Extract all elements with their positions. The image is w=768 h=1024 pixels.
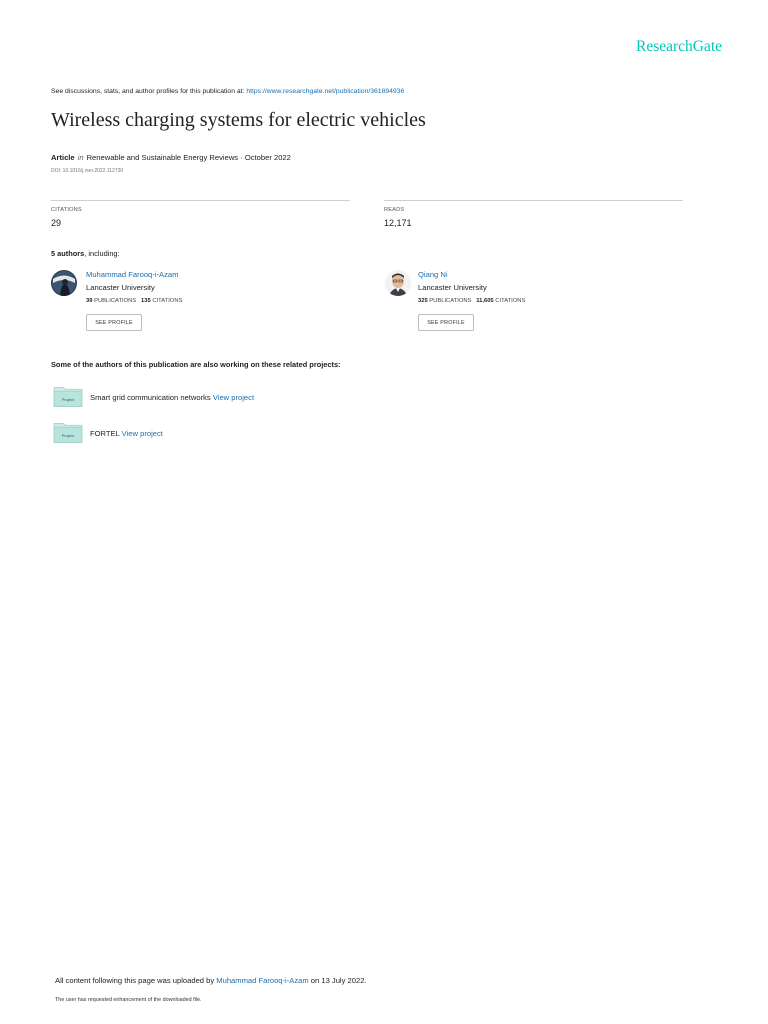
citations-divider	[51, 200, 350, 201]
reads-value: 12,171	[384, 218, 412, 228]
project-name-2: FORTEL	[90, 429, 120, 438]
author-citations-1: 135	[141, 298, 151, 304]
publication-venue: Renewable and Sustainable Energy Reviews…	[86, 153, 291, 162]
author-citations-2: 11,605	[476, 298, 494, 304]
project-row-1: Smart grid communication networks View p…	[90, 393, 254, 402]
upload-prefix: All content following this page was uplo…	[55, 976, 217, 985]
author-stats-2: 325 PUBLICATIONS 11,605 CITATIONS	[418, 298, 525, 304]
avatar-photo-icon	[385, 270, 411, 296]
author-avatar-2[interactable]	[385, 270, 411, 296]
authors-suffix: , including:	[84, 249, 120, 258]
folder-icon: Project	[53, 423, 83, 443]
author-stats-1: 39 PUBLICATIONS 135 CITATIONS	[86, 298, 182, 304]
view-project-link-2[interactable]: View project	[122, 429, 163, 438]
project-row-2: FORTEL View project	[90, 429, 163, 438]
upload-suffix: on 13 July 2022.	[308, 976, 367, 985]
publication-title: Wireless charging systems for electric v…	[51, 109, 426, 131]
project-name-1: Smart grid communication networks	[90, 393, 211, 402]
upload-note: All content following this page was uplo…	[55, 976, 367, 985]
enhancement-note: The user has requested enhancement of th…	[55, 997, 202, 1003]
project-icon-label-1: Project	[62, 397, 75, 402]
publication-meta: Article in Renewable and Sustainable Energ…	[51, 153, 291, 162]
researchgate-logo[interactable]: ResearchGate	[636, 38, 722, 56]
author-avatar-1[interactable]	[51, 270, 77, 296]
avatar-photo-icon	[51, 270, 77, 296]
publication-in-label: in	[77, 153, 84, 162]
project-icon-label-2: Project	[62, 433, 75, 438]
publication-url-link[interactable]: https://www.researchgate.net/publication…	[246, 88, 404, 95]
author-publications-1: 39	[86, 298, 93, 304]
publication-type: Article	[51, 153, 75, 162]
uploader-link[interactable]: Muhammad Farooq-i-Azam	[216, 976, 308, 985]
author-name-2[interactable]: Qiang Ni	[418, 270, 448, 279]
authors-count: 5 authors	[51, 249, 85, 258]
folder-icon: Project	[53, 387, 83, 407]
author-publications-2: 325	[418, 298, 428, 304]
author-institution-1: Lancaster University	[86, 283, 155, 292]
discussion-line: See discussions, stats, and author profi…	[51, 88, 404, 95]
discussion-prefix: See discussions, stats, and author profi…	[51, 88, 247, 95]
author-citations-label-1: CITATIONS	[152, 298, 183, 304]
view-project-link-1[interactable]: View project	[213, 393, 254, 402]
reads-label: READS	[384, 207, 405, 213]
project-icon-2: Project	[53, 421, 83, 448]
projects-heading: Some of the authors of this publication …	[51, 360, 341, 369]
citations-value: 29	[51, 218, 62, 228]
citations-label: CITATIONS	[51, 207, 82, 213]
see-profile-button-1[interactable]: SEE PROFILE	[86, 314, 142, 331]
author-name-1[interactable]: Muhammad Farooq-i-Azam	[86, 270, 178, 279]
author-publications-label-2: PUBLICATIONS	[429, 298, 472, 304]
reads-divider	[384, 200, 683, 201]
project-icon-1: Project	[53, 385, 83, 412]
author-publications-label-1: PUBLICATIONS	[94, 298, 137, 304]
author-institution-2: Lancaster University	[418, 283, 487, 292]
author-citations-label-2: CITATIONS	[495, 298, 526, 304]
authors-heading: 5 authors, including:	[51, 249, 120, 258]
see-profile-button-2[interactable]: SEE PROFILE	[418, 314, 474, 331]
publication-doi: DOI: 10.1016/j.rser.2022.112730	[51, 168, 124, 174]
